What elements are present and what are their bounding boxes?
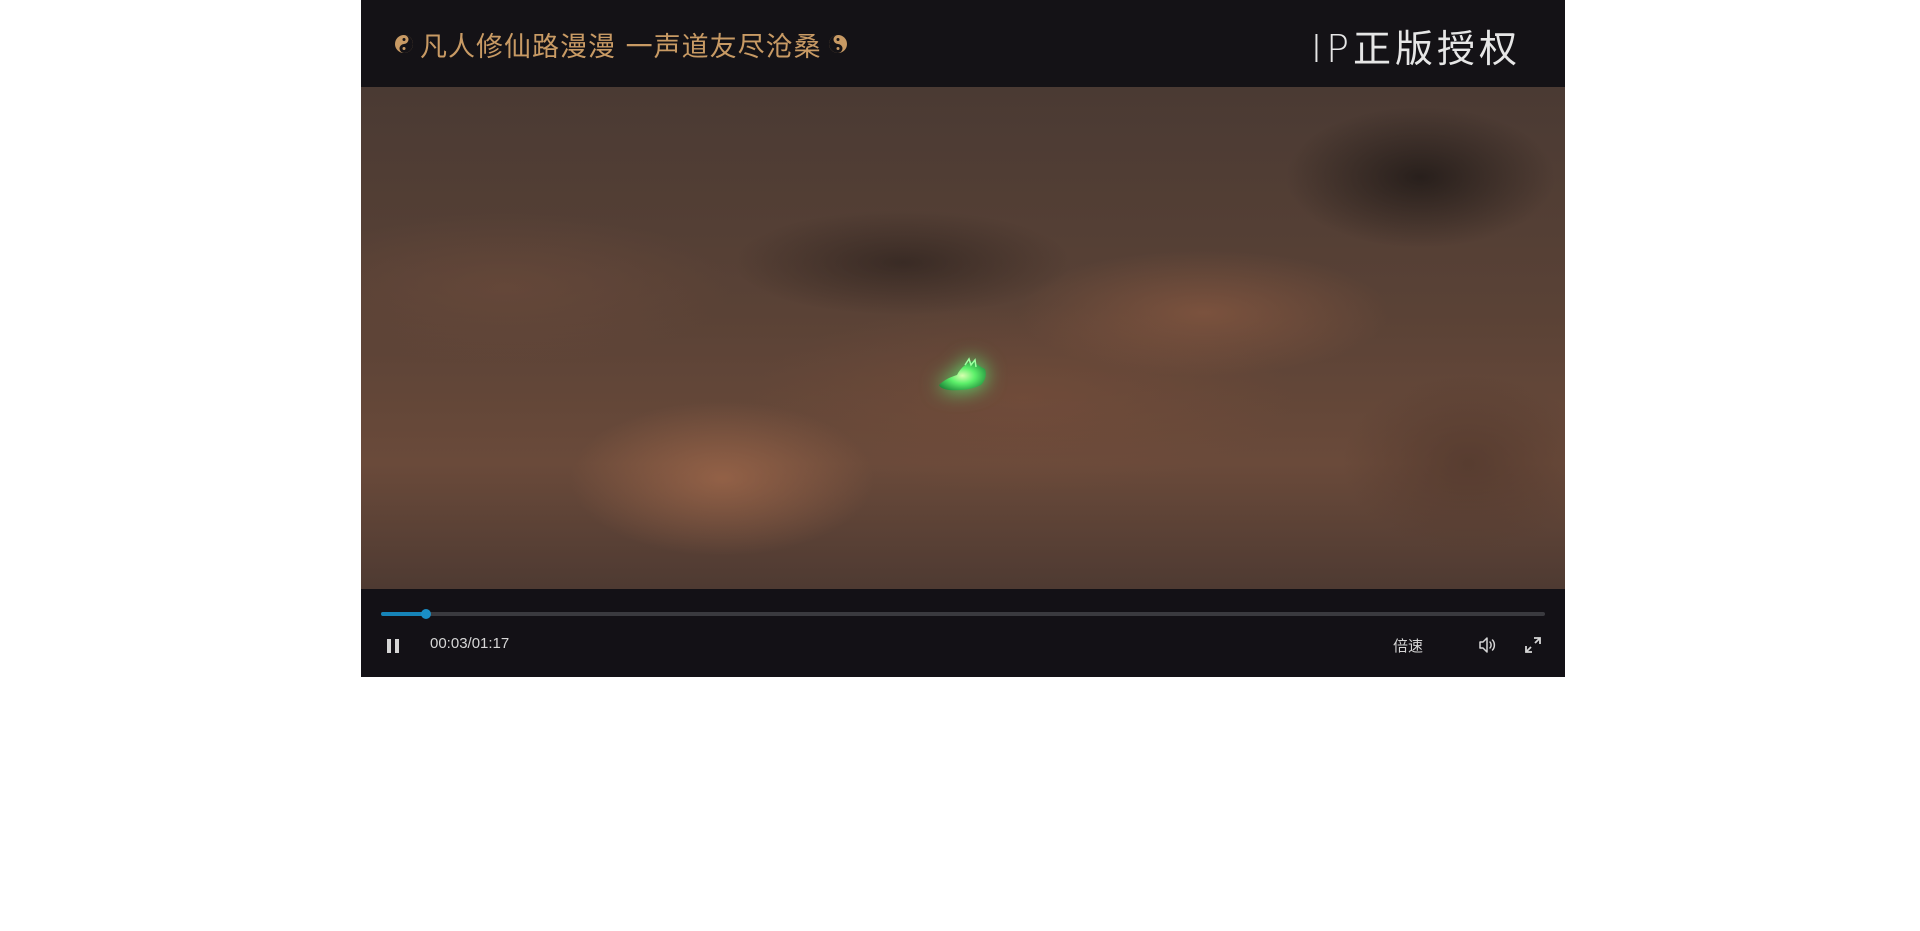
pause-icon	[387, 639, 399, 653]
video-player: 凡人修仙路漫漫 一声道友尽沧桑 IP正版授权 00:03/01:17 倍速	[361, 0, 1565, 677]
progress-fill	[381, 612, 427, 616]
ip-license-label: IP正版授权	[1310, 27, 1521, 71]
video-frame[interactable]	[361, 87, 1565, 589]
time-display: 00:03/01:17	[430, 635, 510, 652]
fullscreen-button[interactable]	[1523, 635, 1543, 655]
top-banner: 凡人修仙路漫漫 一声道友尽沧桑 IP正版授权	[361, 0, 1565, 87]
progress-thumb[interactable]	[421, 609, 432, 619]
banner-slogan-text: 凡人修仙路漫漫 一声道友尽沧桑	[420, 31, 822, 63]
volume-icon	[1479, 637, 1496, 653]
pause-button[interactable]	[381, 634, 405, 658]
yin-yang-icon	[828, 35, 847, 53]
volume-button[interactable]	[1477, 635, 1497, 655]
playback-speed-button[interactable]: 倍速	[1393, 635, 1423, 656]
glowing-artifact-image	[939, 357, 986, 391]
yin-yang-icon	[395, 35, 413, 53]
progress-bar[interactable]	[381, 609, 1545, 619]
banner-slogan: 凡人修仙路漫漫 一声道友尽沧桑	[394, 24, 848, 64]
control-bar: 00:03/01:17 倍速	[361, 589, 1565, 677]
fullscreen-icon	[1525, 637, 1541, 653]
